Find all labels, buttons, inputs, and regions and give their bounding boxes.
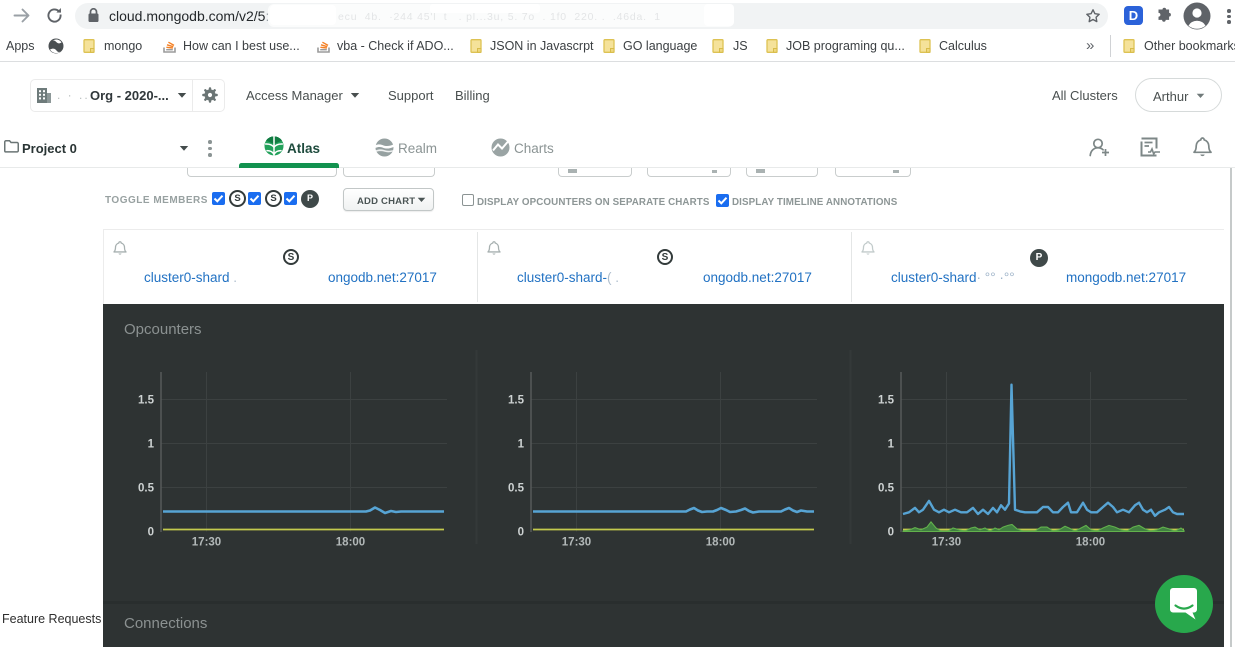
svg-text:0: 0 (148, 527, 154, 539)
svg-text:1: 1 (518, 439, 525, 451)
svg-text:18:00: 18:00 (706, 537, 735, 549)
svg-text:0.5: 0.5 (508, 483, 525, 495)
svg-text:1.5: 1.5 (138, 395, 155, 407)
svg-text:0: 0 (888, 527, 894, 539)
svg-text:17:30: 17:30 (192, 537, 221, 549)
svg-text:0.5: 0.5 (878, 483, 895, 495)
svg-text:0: 0 (518, 527, 524, 539)
svg-text:17:30: 17:30 (932, 537, 961, 549)
svg-text:1.5: 1.5 (508, 395, 525, 407)
svg-text:17:30: 17:30 (562, 537, 591, 549)
svg-text:18:00: 18:00 (1076, 537, 1105, 549)
svg-text:18:00: 18:00 (336, 537, 365, 549)
svg-text:1: 1 (148, 439, 155, 451)
svg-text:0.5: 0.5 (138, 483, 155, 495)
svg-text:1: 1 (888, 439, 895, 451)
svg-text:1.5: 1.5 (878, 395, 895, 407)
